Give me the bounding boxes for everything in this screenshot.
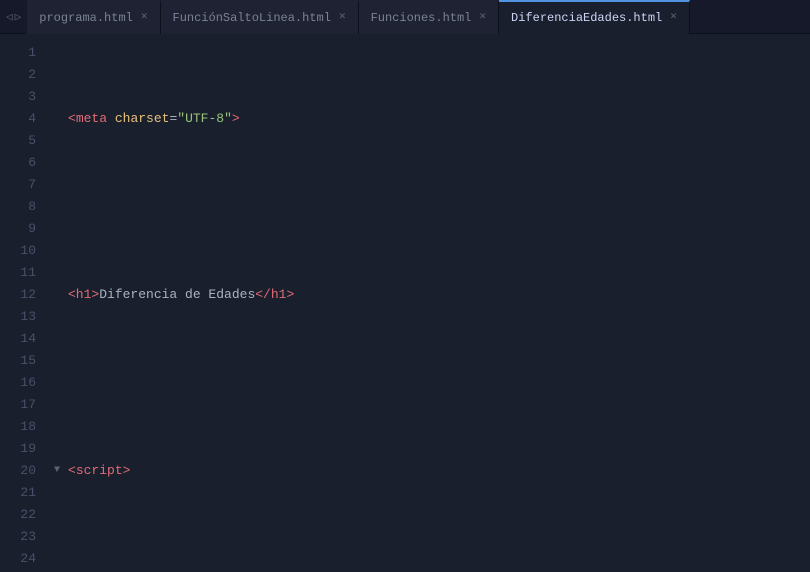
editor: 1 2 3 4 5 6 7 8 9 10 11 12 13 14 15 16 1… xyxy=(0,34,810,572)
tab-bar: ◁ ▷ programa.html ✕ FunciónSaltoLinea.ht… xyxy=(0,0,810,34)
close-tab-funciones[interactable]: ✕ xyxy=(479,12,486,23)
code-line-3: <h1>Diferencia de Edades</h1> xyxy=(54,284,810,306)
tab-label-programa: programa.html xyxy=(39,11,133,25)
prev-icon[interactable]: ◁ xyxy=(6,10,13,24)
close-tab-programa[interactable]: ✕ xyxy=(141,12,148,23)
close-tab-diferenciaEdades[interactable]: ✕ xyxy=(670,12,677,23)
code-line-1: <meta charset="UTF-8"> xyxy=(54,108,810,130)
code-content[interactable]: <meta charset="UTF-8"> <h1>Diferencia de… xyxy=(46,34,810,572)
tab-funcionSalto[interactable]: FunciónSaltoLinea.html ✕ xyxy=(161,0,359,34)
tab-label-funciones: Funciones.html xyxy=(371,11,472,25)
line-numbers: 1 2 3 4 5 6 7 8 9 10 11 12 13 14 15 16 1… xyxy=(0,34,46,572)
code-line-5: ▼<script> xyxy=(54,460,810,482)
nav-arrows[interactable]: ◁ ▷ xyxy=(0,10,27,24)
tab-label-diferenciaEdades: DiferenciaEdades.html xyxy=(511,11,662,25)
tab-diferenciaEdades[interactable]: DiferenciaEdades.html ✕ xyxy=(499,0,690,34)
close-tab-funcionSalto[interactable]: ✕ xyxy=(339,12,346,23)
code-line-2 xyxy=(54,196,810,218)
tab-programa[interactable]: programa.html ✕ xyxy=(27,0,160,34)
tab-funciones[interactable]: Funciones.html ✕ xyxy=(359,0,499,34)
tab-label-funcionSalto: FunciónSaltoLinea.html xyxy=(173,11,331,25)
next-icon[interactable]: ▷ xyxy=(15,10,22,24)
code-line-4 xyxy=(54,372,810,394)
code-line-6 xyxy=(54,548,810,570)
